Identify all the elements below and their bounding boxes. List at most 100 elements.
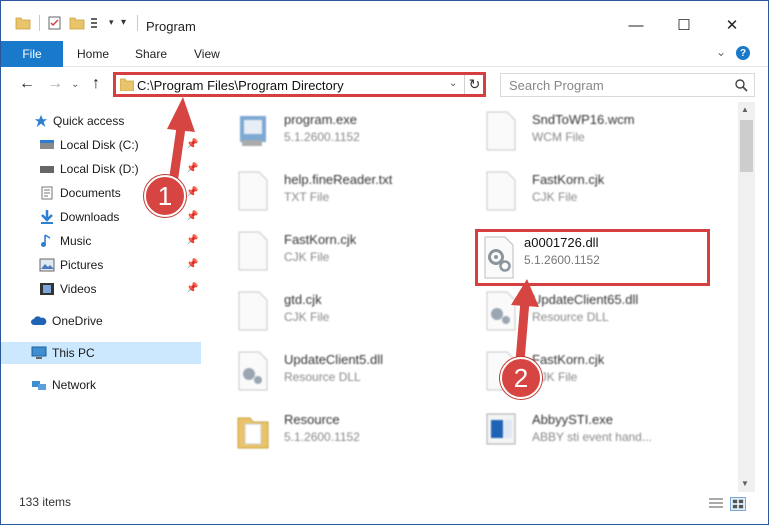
computer-icon (31, 346, 47, 359)
large-icons-view-icon[interactable] (730, 497, 746, 511)
file-item[interactable]: gtd.cjk CJK File (216, 284, 456, 336)
file-name: program.exe (284, 112, 357, 127)
maximize-button[interactable]: ☐ (661, 11, 707, 39)
address-path[interactable]: C:\Program Files\Program Directory (137, 78, 344, 93)
pin-icon[interactable]: 📌 (186, 187, 198, 198)
recent-locations-icon[interactable]: ⌄ (71, 79, 79, 90)
chevron-down-icon[interactable]: ⌄ (449, 78, 457, 89)
tab-share[interactable]: Share (135, 47, 167, 61)
file-detail: Resource DLL (532, 310, 609, 324)
folder-icon (237, 417, 269, 449)
nav-label: Music (60, 234, 92, 248)
nav-label: Documents (60, 186, 121, 200)
file-item[interactable]: FastKorn.cjk CJK File (216, 224, 456, 276)
pin-icon[interactable]: 📌 (186, 211, 198, 222)
scroll-down-icon[interactable]: ▼ (741, 479, 749, 488)
pin-icon[interactable]: 📌 (186, 283, 198, 294)
search-input[interactable]: Search Program (500, 73, 755, 97)
nav-item-local-disk-c[interactable]: Local Disk (C:) 📌 (1, 134, 201, 156)
details-view-icon[interactable] (708, 497, 724, 511)
nav-label: Local Disk (C:) (60, 138, 139, 152)
documents-icon (41, 186, 53, 200)
nav-item-onedrive[interactable]: OneDrive (1, 310, 201, 332)
music-icon (41, 234, 51, 247)
download-icon (41, 210, 53, 224)
chevron-down-icon[interactable]: ▾ (109, 17, 114, 28)
file-name: UpdateClient5.dll (284, 352, 384, 367)
pin-icon[interactable]: 📌 (186, 259, 198, 270)
vertical-scrollbar[interactable]: ▲ ▼ (738, 102, 755, 492)
refresh-icon[interactable]: ↻ (464, 75, 484, 94)
file-detail: 5.1.2600.1152 (284, 130, 360, 144)
star-icon (34, 114, 48, 128)
close-button[interactable]: ✕ (709, 11, 755, 39)
videos-icon (40, 283, 54, 295)
file-name: FastKorn.cjk (284, 232, 357, 247)
file-item[interactable]: FastKorn.cjk CJK File (464, 164, 704, 216)
drive-icon (40, 166, 54, 173)
dll-gear-icon (486, 291, 516, 331)
nav-item-network[interactable]: Network (1, 374, 201, 396)
back-arrow-icon[interactable]: ← (19, 75, 35, 93)
nav-label: This PC (52, 346, 95, 360)
nav-item-this-pc[interactable]: This PC (1, 342, 201, 364)
nav-item-videos[interactable]: Videos 📌 (1, 278, 201, 300)
file-icon (238, 291, 268, 331)
minimize-button[interactable]: — (613, 11, 659, 39)
file-detail: CJK File (284, 250, 330, 264)
tab-home[interactable]: Home (77, 47, 109, 61)
file-detail: 5.1.2600.1152 (524, 253, 600, 267)
nav-label: Downloads (60, 210, 120, 224)
file-item[interactable]: AbbyySTI.exe ABBY sti event hand... (464, 404, 704, 456)
window-title: Program (146, 19, 196, 34)
properties-icon[interactable] (47, 15, 63, 31)
file-name: gtd.cjk (284, 292, 322, 307)
nav-item-music[interactable]: Music 📌 (1, 230, 201, 252)
dropdown-icon[interactable]: ▾ (121, 17, 126, 28)
file-name: UpdateClient65.dll (532, 292, 639, 307)
pin-icon[interactable]: 📌 (186, 139, 198, 150)
nav-label: Quick access (53, 114, 125, 128)
step-1-callout: 1 (144, 175, 186, 217)
file-item[interactable]: UpdateClient5.dll Resource DLL (216, 344, 456, 396)
help-icon[interactable]: ? (736, 46, 750, 60)
chevron-down-icon[interactable]: ⌄ (716, 45, 726, 59)
tab-file[interactable]: File (1, 41, 63, 67)
nav-label: OneDrive (52, 314, 103, 328)
tab-view[interactable]: View (194, 47, 220, 61)
file-detail: WCM File (532, 130, 585, 144)
file-detail: 5.1.2600.1152 (284, 430, 360, 444)
pin-icon[interactable]: 📌 (186, 235, 198, 246)
nav-item-quick-access[interactable]: Quick access (1, 110, 201, 132)
address-row: ← → ⌄ ↑ C:\Program Files\Program Directo… (1, 68, 768, 102)
forward-arrow-icon[interactable]: → (47, 75, 63, 93)
exe-icon (486, 413, 516, 445)
nav-item-pictures[interactable]: Pictures 📌 (1, 254, 201, 276)
quick-access-customize-icon[interactable] (89, 15, 105, 31)
file-item[interactable]: UpdateClient65.dll Resource DLL (464, 284, 704, 336)
file-item[interactable]: SndToWP16.wcm WCM File (464, 104, 704, 156)
file-item[interactable]: FastKorn.cjk CJK File (464, 344, 704, 396)
toolbar-divider (39, 15, 40, 31)
file-icon (238, 231, 268, 271)
nav-label: Local Disk (D:) (60, 162, 139, 176)
ribbon-tabs: File Home Share View ⌄ ? (1, 41, 768, 67)
up-arrow-icon[interactable]: ↑ (92, 75, 100, 93)
scroll-up-icon[interactable]: ▲ (741, 105, 749, 114)
scrollbar-thumb[interactable] (740, 120, 753, 172)
search-icon[interactable] (734, 78, 748, 92)
nav-label: Network (52, 378, 97, 392)
new-folder-icon[interactable] (69, 15, 85, 31)
title-bar: ▾ ▾ Program — ☐ ✕ (1, 1, 768, 41)
file-item[interactable]: program.exe 5.1.2600.1152 (216, 104, 456, 156)
file-list: program.exe 5.1.2600.1152 help.fineReade… (206, 102, 738, 492)
pictures-icon (39, 258, 55, 272)
file-item[interactable]: Resource 5.1.2600.1152 (216, 404, 456, 456)
file-item[interactable]: help.fineReader.txt TXT File (216, 164, 456, 216)
title-divider (137, 15, 138, 31)
file-detail: CJK File (284, 310, 330, 324)
pin-icon[interactable]: 📌 (186, 163, 198, 174)
dll-gear-icon (238, 351, 268, 391)
file-item-highlighted[interactable]: a0001726.dll 5.1.2600.1152 (475, 229, 710, 286)
address-bar[interactable]: C:\Program Files\Program Directory ⌄ ↻ (113, 72, 486, 97)
